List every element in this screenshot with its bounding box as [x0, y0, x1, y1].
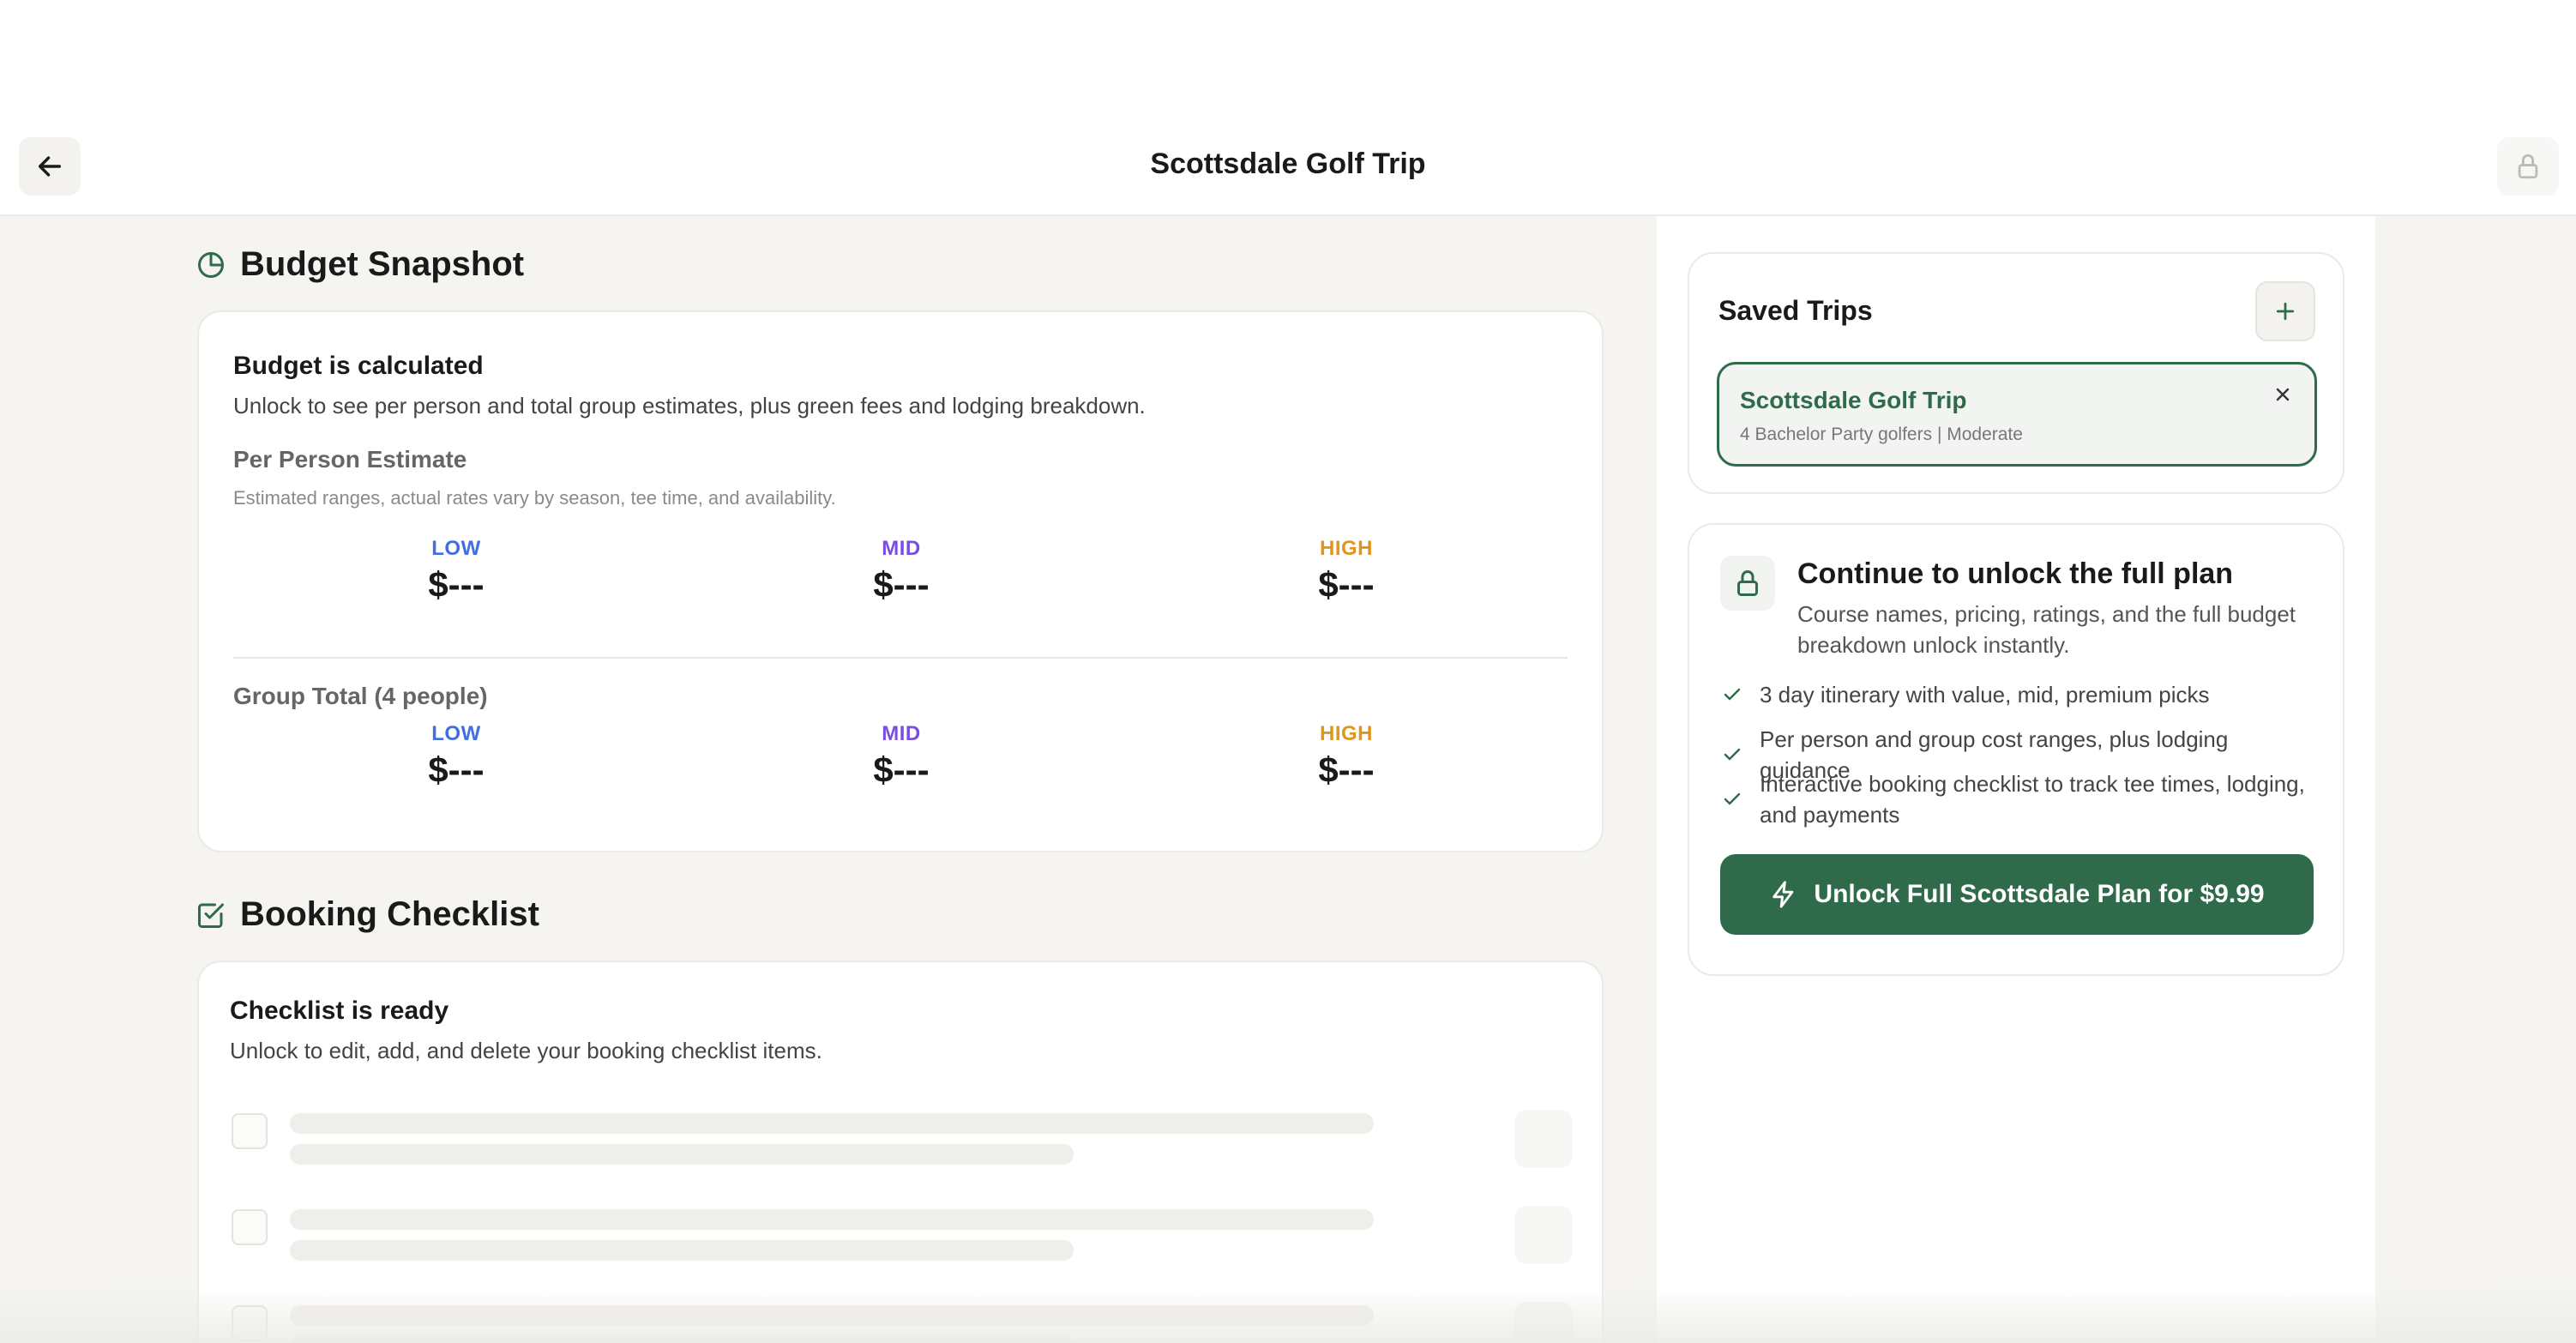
- lightning-icon: [1773, 881, 1794, 908]
- plus-icon: [2276, 302, 2295, 321]
- skeleton-line: [290, 1209, 1374, 1230]
- feature-text: Interactive booking checklist to track t…: [1760, 771, 2305, 828]
- group-mid: MID $---: [773, 722, 1030, 791]
- divider: [233, 657, 1568, 659]
- checklist-card-text: Unlock to edit, add, and delete your boo…: [230, 1038, 822, 1063]
- tier-label: LOW: [431, 722, 481, 745]
- per-person-note: Estimated ranges, actual rates vary by s…: [233, 487, 836, 509]
- budget-card: Budget is calculated Unlock to see per p…: [197, 310, 1604, 852]
- skeleton-line: [290, 1113, 1374, 1134]
- saved-trips-card: Saved Trips Scottsdale Golf Trip 4 Bache…: [1688, 252, 2344, 494]
- checklist-section-header: Booking Checklist: [196, 895, 539, 934]
- tier-label: HIGH: [1320, 537, 1373, 560]
- saved-trip-meta: 4 Bachelor Party golfers | Moderate: [1740, 425, 2023, 444]
- checklist-card-title: Checklist is ready: [230, 997, 449, 1025]
- per-person-high: HIGH $---: [1218, 537, 1475, 605]
- check-icon: [1722, 744, 1744, 765]
- tier-value: $---: [1318, 750, 1375, 790]
- lock-button[interactable]: [2497, 137, 2559, 196]
- unlock-card: Continue to unlock the full plan Course …: [1688, 523, 2344, 976]
- budget-section-header: Budget Snapshot: [196, 245, 524, 284]
- check-icon: [1722, 684, 1744, 705]
- tier-value: $---: [428, 564, 485, 605]
- skeleton-line: [290, 1144, 1074, 1165]
- feature-item: Interactive booking checklist to track t…: [1722, 768, 2322, 830]
- budget-section-title: Budget Snapshot: [240, 245, 525, 283]
- skeleton-line: [290, 1240, 1074, 1261]
- budget-card-title: Budget is calculated: [233, 352, 484, 380]
- saved-trips-title: Saved Trips: [1718, 295, 1873, 326]
- remove-trip-button[interactable]: [2268, 380, 2297, 409]
- unlock-text: Course names, pricing, ratings, and the …: [1797, 601, 2296, 658]
- tier-value: $---: [873, 750, 930, 790]
- unlock-icon-box: [1720, 556, 1775, 611]
- bottom-fade: [0, 1286, 2576, 1343]
- unlock-plan-label: Unlock Full Scottsdale Plan for $9.99: [1814, 880, 2265, 908]
- per-person-low: LOW $---: [328, 537, 585, 605]
- tier-label: MID: [882, 722, 921, 745]
- per-person-title: Per Person Estimate: [233, 446, 467, 473]
- per-person-mid: MID $---: [773, 537, 1030, 605]
- checkbox-icon: [198, 903, 224, 928]
- tier-label: HIGH: [1320, 722, 1373, 745]
- saved-trip-item[interactable]: Scottsdale Golf Trip 4 Bachelor Party go…: [1717, 362, 2317, 467]
- lock-icon: [2518, 154, 2538, 179]
- tier-label: LOW: [431, 537, 481, 560]
- right-margin: [2375, 216, 2576, 1343]
- lock-icon: [1737, 570, 1758, 596]
- feature-text: 3 day itinerary with value, mid, premium…: [1760, 682, 2210, 708]
- tier-value: $---: [428, 750, 485, 790]
- page-title: Scottsdale Golf Trip: [1150, 148, 1426, 180]
- top-bar: Scottsdale Golf Trip: [0, 129, 2576, 216]
- add-trip-button[interactable]: [2255, 281, 2315, 341]
- saved-trip-name: Scottsdale Golf Trip: [1740, 387, 1967, 413]
- checklist-section-title: Booking Checklist: [240, 895, 539, 933]
- tier-value: $---: [1318, 564, 1375, 605]
- tier-label: MID: [882, 537, 921, 560]
- unlock-title: Continue to unlock the full plan: [1797, 557, 2234, 590]
- checklist-item-action[interactable]: [1514, 1206, 1573, 1264]
- check-icon: [1722, 789, 1744, 810]
- budget-card-text: Unlock to see per person and total group…: [233, 393, 1146, 419]
- group-low: LOW $---: [328, 722, 585, 791]
- checklist-item-action[interactable]: [1514, 1110, 1573, 1168]
- tier-value: $---: [873, 564, 930, 605]
- checklist-checkbox[interactable]: [232, 1209, 268, 1245]
- pie-chart-icon: [198, 251, 224, 278]
- close-icon: [2276, 388, 2290, 401]
- group-total-title: Group Total (4 people): [233, 683, 488, 709]
- group-high: HIGH $---: [1218, 722, 1475, 791]
- feature-item: 3 day itinerary with value, mid, premium…: [1722, 679, 2322, 710]
- checklist-checkbox[interactable]: [232, 1113, 268, 1149]
- unlock-plan-button[interactable]: Unlock Full Scottsdale Plan for $9.99: [1720, 854, 2314, 935]
